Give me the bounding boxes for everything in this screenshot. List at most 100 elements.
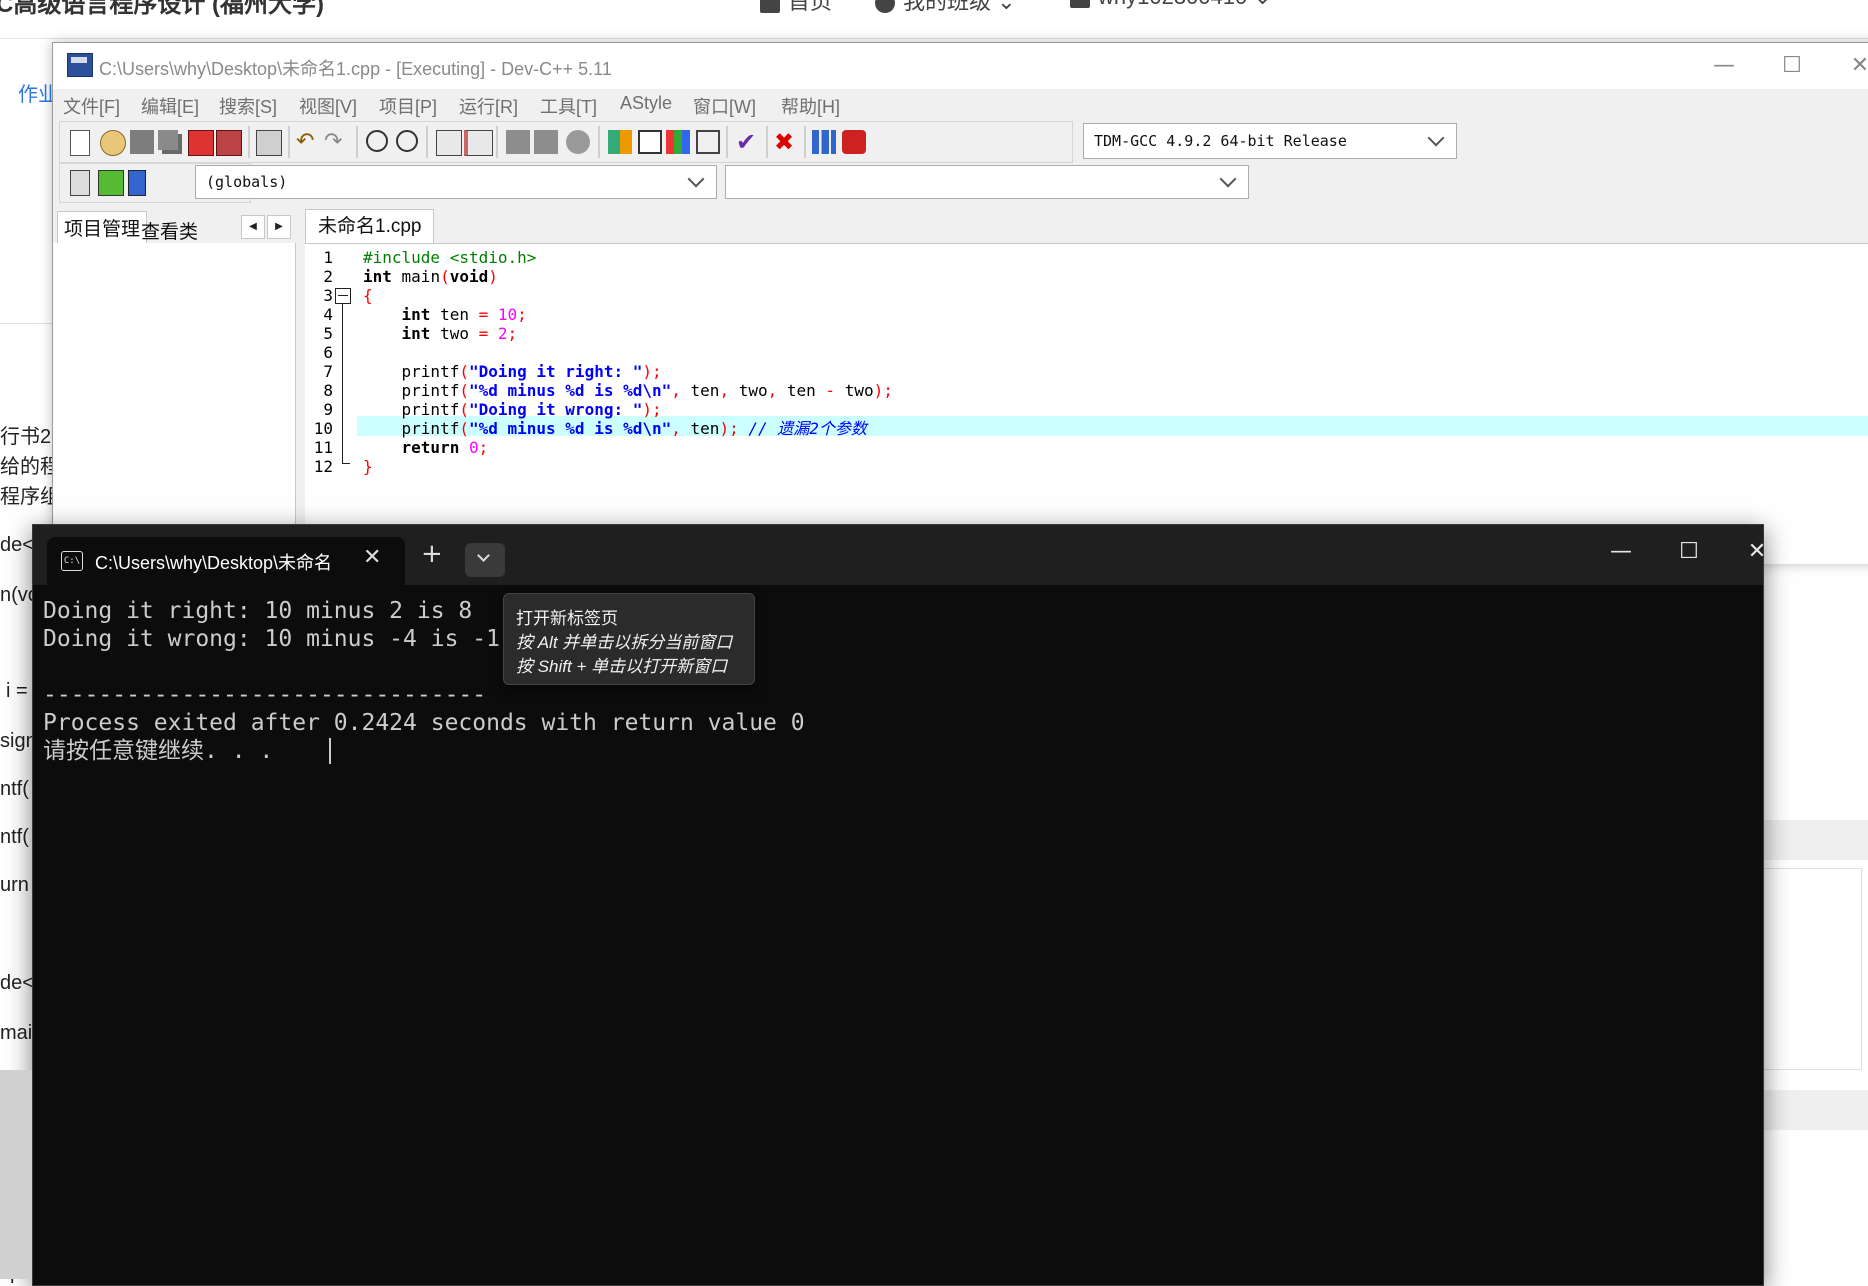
terminal-minimize-button[interactable]: — — [1601, 539, 1641, 564]
fullscreen-icon[interactable] — [638, 130, 662, 154]
undo-icon[interactable]: ↶ — [296, 130, 320, 154]
toolbar-separator — [766, 126, 768, 158]
open-file-icon[interactable] — [100, 130, 126, 156]
save-icon[interactable] — [130, 130, 154, 154]
tab-class-view[interactable]: 查看类 — [135, 215, 204, 246]
check-syntax-icon[interactable]: ✔ — [736, 130, 760, 154]
menu-view[interactable]: 视图[V] — [299, 93, 357, 119]
replace-icon[interactable] — [396, 130, 418, 152]
profile-icon[interactable] — [812, 130, 836, 154]
text-cursor — [329, 738, 331, 764]
print-icon[interactable] — [256, 130, 282, 156]
menu-help[interactable]: 帮助[H] — [781, 93, 840, 119]
unindent-icon[interactable] — [506, 130, 530, 154]
tab-scroll-left-icon[interactable]: ◀ — [241, 215, 265, 239]
tooltip-line: 按 Alt 并单击以拆分当前窗口 — [516, 633, 733, 652]
insert-icon[interactable] — [666, 130, 690, 154]
nav-home-link[interactable]: 首页 — [760, 0, 832, 16]
text-fragment: ntf( — [0, 778, 29, 800]
fold-collapse-icon[interactable] — [335, 288, 351, 304]
delete-profile-icon[interactable] — [842, 130, 866, 154]
text-fragment: ntf( — [0, 826, 29, 848]
text-fragment: 给的程 — [0, 456, 60, 478]
tab-close-icon[interactable]: ✕ — [363, 545, 381, 570]
menu-file[interactable]: 文件[F] — [63, 93, 120, 119]
scope-select[interactable]: (globals) — [195, 165, 717, 199]
class-bookmark-icon[interactable] — [128, 170, 146, 196]
stop-execution-icon[interactable]: ✖ — [774, 130, 798, 154]
tab-dropdown-button[interactable] — [465, 543, 505, 577]
new-tab-button[interactable]: + — [421, 541, 443, 567]
tab-scroll-right-icon[interactable]: ▶ — [267, 215, 291, 239]
comment-icon[interactable] — [566, 130, 590, 154]
member-select[interactable] — [725, 165, 1249, 199]
code-line-7: printf("Doing it right: "); — [363, 362, 662, 381]
code-line-4: int ten = 10; — [401, 305, 527, 324]
text-fragment: 程序组 — [0, 486, 60, 508]
line-number: 7 — [323, 362, 333, 381]
menu-edit[interactable]: 编辑[E] — [141, 93, 199, 119]
line-number: 6 — [323, 343, 333, 362]
compiler-select[interactable]: TDM-GCC 4.9.2 64-bit Release — [1083, 123, 1457, 159]
line-number: 1 — [323, 248, 333, 267]
code-line-5: int two = 2; — [401, 324, 518, 343]
line-number: 2 — [323, 267, 333, 286]
nav-user-link[interactable]: why102300410 ⌄ — [1070, 0, 1272, 10]
nav-class-link[interactable]: 我的班级 ⌄ — [875, 0, 1016, 16]
divider — [0, 323, 60, 324]
course-title: C高级语言程序设计 (福州大学) — [0, 0, 324, 18]
code-line-9: printf("Doing it wrong: "); — [363, 400, 662, 419]
terminal-maximize-button[interactable]: ☐ — [1669, 539, 1709, 564]
project-panel — [53, 243, 296, 563]
goto-line-icon[interactable] — [436, 130, 462, 156]
fold-line — [342, 463, 350, 464]
output-line: 请按任意键继续. . . — [43, 738, 274, 764]
terminal-title-bar[interactable]: C:\ C:\Users\why\Desktop\未命名 ✕ + — ☐ ✕ — [33, 525, 1766, 585]
toolbar-separator — [496, 126, 498, 158]
output-line: Process exited after 0.2424 seconds with… — [43, 710, 805, 736]
class-add-icon[interactable] — [98, 170, 124, 196]
fold-line — [342, 304, 343, 463]
chevron-down-icon — [477, 549, 490, 562]
devcpp-title-bar[interactable]: C:\Users\why\Desktop\未命名1.cpp - [Executi… — [53, 43, 1868, 89]
console-icon: C:\ — [61, 551, 83, 571]
terminal-tab-title: C:\Users\why\Desktop\未命名 — [95, 553, 333, 573]
terminal-tab[interactable]: C:\ C:\Users\why\Desktop\未命名 ✕ — [47, 537, 405, 585]
toolbar-separator — [426, 126, 428, 158]
tab-file[interactable]: 未命名1.cpp — [305, 209, 435, 244]
code-editor[interactable]: 1 2 3 4 5 6 7 8 9 10 11 12 #include <std… — [305, 243, 1868, 564]
line-number: 3 — [323, 286, 333, 305]
line-number: 10 — [313, 419, 333, 438]
menu-window[interactable]: 窗口[W] — [693, 93, 756, 119]
toggle-bookmark-icon[interactable] — [464, 130, 493, 156]
indent-icon[interactable] — [534, 130, 558, 154]
devcpp-window: C:\Users\why\Desktop\未命名1.cpp - [Executi… — [52, 42, 1868, 564]
redo-icon[interactable]: ↷ — [324, 130, 348, 154]
menu-run[interactable]: 运行[R] — [459, 93, 518, 119]
maximize-button[interactable]: ☐ — [1777, 51, 1807, 81]
menu-search[interactable]: 搜索[S] — [219, 93, 277, 119]
close-all-icon[interactable] — [216, 130, 242, 156]
close-button[interactable]: ✕ — [1845, 51, 1868, 81]
left-edge-panel — [0, 1070, 32, 1279]
new-file-icon[interactable] — [70, 130, 90, 156]
terminal-close-button[interactable]: ✕ — [1737, 539, 1777, 564]
close-file-icon[interactable] — [188, 130, 214, 156]
toolbar-separator — [804, 126, 806, 158]
menu-tools[interactable]: 工具[T] — [540, 93, 597, 119]
class-insert-icon[interactable] — [70, 170, 90, 196]
line-number: 11 — [313, 438, 333, 457]
new-project-icon[interactable] — [608, 130, 632, 154]
new-tab-tooltip: 打开新标签页 按 Alt 并单击以拆分当前窗口 按 Shift + 单击以打开新… — [503, 593, 755, 685]
grid-icon[interactable] — [696, 130, 720, 154]
menu-astyle[interactable]: AStyle — [620, 93, 672, 114]
menu-project[interactable]: 项目[P] — [379, 93, 437, 119]
tab-project-manager[interactable]: 项目管理 — [57, 211, 148, 243]
find-icon[interactable] — [366, 130, 388, 152]
minimize-button[interactable]: — — [1709, 51, 1739, 81]
page-panel — [1760, 820, 1868, 860]
text-fragment: 行书2 — [0, 426, 52, 448]
save-all-icon[interactable] — [158, 130, 178, 150]
page-textbox[interactable] — [1760, 868, 1862, 1070]
class-icon — [875, 0, 895, 14]
